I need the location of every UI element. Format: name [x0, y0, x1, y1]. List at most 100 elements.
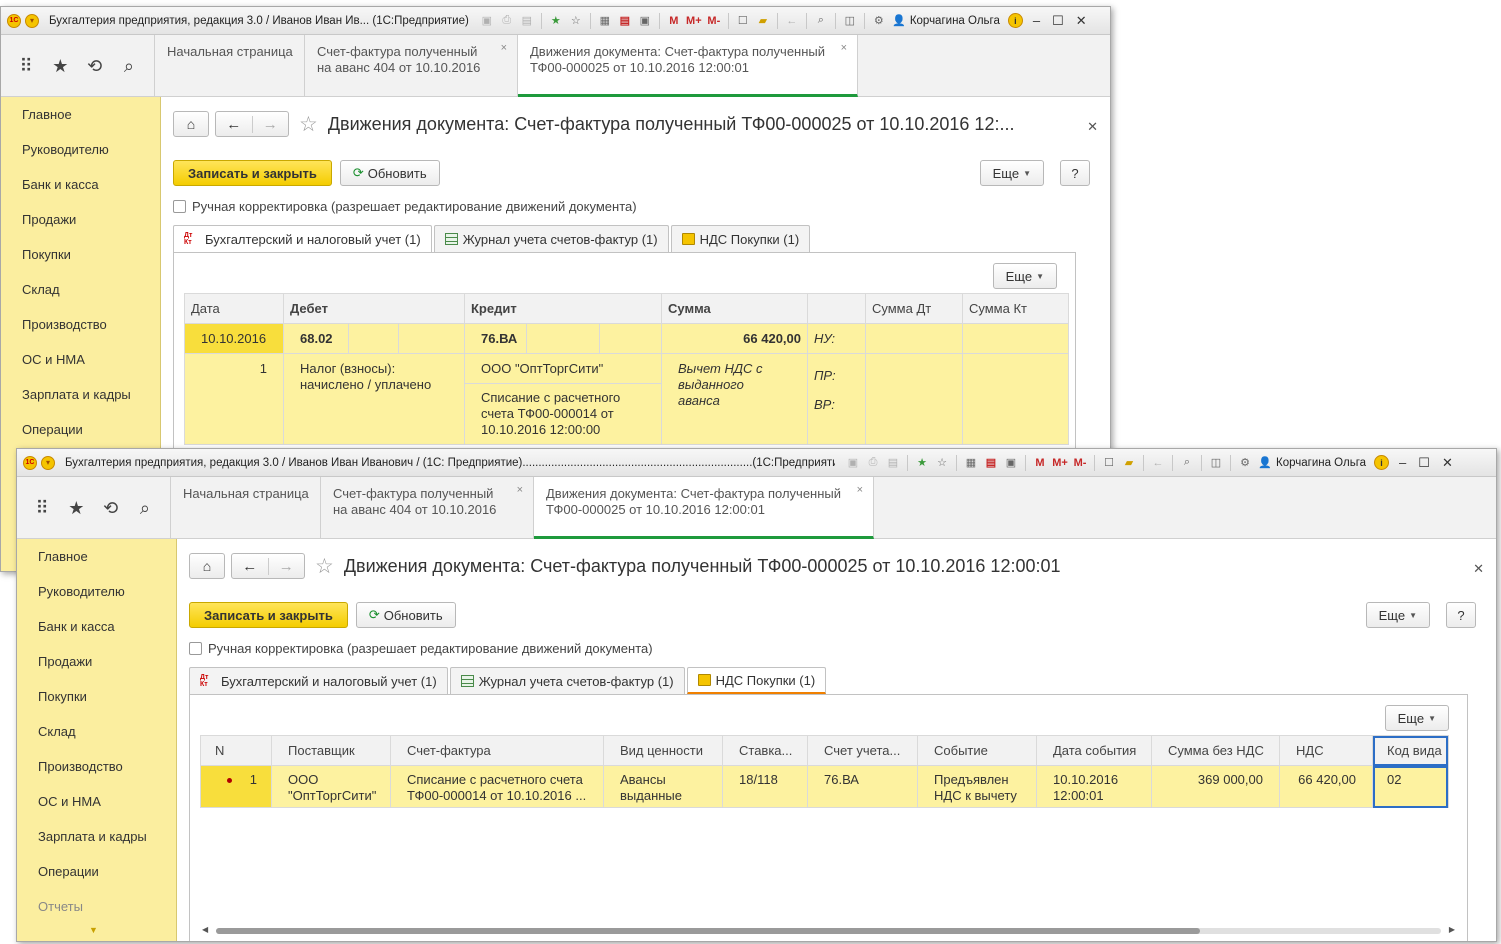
nav-arrows[interactable]: ← → [231, 553, 305, 579]
app-logo-icon[interactable]: 1С [7, 13, 21, 28]
print-icon[interactable]: ⎙ [865, 455, 881, 471]
col-sum-dt[interactable]: Сумма Дт [865, 293, 963, 324]
scroll-right-icon[interactable]: ▶ [1449, 925, 1455, 934]
sidebar-item-sales[interactable]: Продажи [1, 202, 160, 237]
tab-home[interactable]: Начальная страница [171, 477, 321, 539]
memory-minus-icon[interactable]: M- [706, 13, 722, 29]
help-button[interactable]: ? [1060, 160, 1090, 186]
home-button[interactable]: ⌂ [173, 111, 209, 137]
scroll-down-icon[interactable]: ▼ [89, 925, 98, 935]
close-form-icon[interactable]: ✕ [1087, 119, 1098, 135]
home-button[interactable]: ⌂ [189, 553, 225, 579]
info-icon[interactable]: i [1374, 455, 1390, 470]
sidebar-item-operations[interactable]: Операции [17, 854, 176, 889]
favorites-icon[interactable]: ★ [548, 13, 564, 29]
table-row[interactable]: 1 Налог (взносы): начислено / уплачено О… [184, 353, 1069, 445]
favorites-list-icon[interactable]: ☆ [934, 455, 950, 471]
calendar-icon[interactable]: ▤ [983, 455, 999, 471]
col-vat[interactable]: НДС [1279, 735, 1373, 766]
tools-icon[interactable]: ⚙ [871, 13, 887, 29]
manual-edit-checkbox[interactable] [173, 200, 186, 213]
preview-icon[interactable]: ▤ [885, 455, 901, 471]
col-date[interactable]: Дата [184, 293, 284, 324]
info-icon[interactable]: i [1007, 13, 1023, 28]
col-sum-kt[interactable]: Сумма Кт [962, 293, 1069, 324]
refresh-button[interactable]: ⟳ Обновить [339, 160, 440, 186]
close-tab-icon[interactable]: × [501, 40, 507, 56]
main-menu-icon[interactable]: ▾ [41, 455, 55, 470]
col-value-type[interactable]: Вид ценности [603, 735, 723, 766]
scroll-left-icon[interactable]: ◀ [202, 925, 208, 934]
refresh-button[interactable]: ⟳ Обновить [355, 602, 456, 628]
panels-icon[interactable]: ◫ [1208, 455, 1224, 471]
apps-grid-icon[interactable]: ⠿ [14, 56, 38, 77]
sidebar-item-reports[interactable]: Отчеты [17, 889, 176, 924]
clipboard-icon[interactable]: ▣ [1003, 455, 1019, 471]
sidebar-item-assets[interactable]: ОС и НМА [17, 784, 176, 819]
close-form-icon[interactable]: ✕ [1473, 561, 1484, 577]
col-event[interactable]: Событие [917, 735, 1037, 766]
panels-icon[interactable]: ◫ [842, 13, 858, 29]
col-code[interactable]: Код вида [1372, 735, 1449, 766]
search-icon[interactable]: ⌕ [1179, 455, 1195, 471]
sidebar-item-production[interactable]: Производство [17, 749, 176, 784]
sidebar-item-purchases[interactable]: Покупки [1, 237, 160, 272]
horizontal-scrollbar[interactable]: ◀ ▶ [202, 925, 1455, 935]
favorites-icon[interactable]: ★ [914, 455, 930, 471]
back-icon[interactable]: ← [1150, 455, 1166, 471]
sidebar-item-operations[interactable]: Операции [1, 412, 160, 447]
forward-arrow-icon[interactable]: → [251, 115, 289, 133]
close-window-icon[interactable]: ✕ [1076, 13, 1087, 29]
new-window-icon[interactable]: ☐ [735, 13, 751, 29]
memory-m-icon[interactable]: M [666, 13, 682, 29]
minimize-icon[interactable]: – [1033, 13, 1040, 28]
search-icon[interactable]: ⌕ [133, 498, 157, 519]
close-tab-icon[interactable]: × [517, 482, 523, 498]
sidebar-item-manager[interactable]: Руководителю [1, 132, 160, 167]
help-button[interactable]: ? [1446, 602, 1476, 628]
tab-vat-purchases[interactable]: НДС Покупки (1) [670, 225, 811, 252]
preview-icon[interactable]: ▤ [519, 13, 535, 29]
tab-movements[interactable]: Движения документа: Счет-фактура получен… [534, 477, 874, 539]
more-button[interactable]: Еще ▼ [979, 160, 1044, 186]
tab-invoice[interactable]: Счет-фактура полученный на аванс 404 от … [321, 477, 534, 539]
cell-code[interactable]: 02 [1372, 765, 1449, 808]
calculator-icon[interactable]: ▦ [597, 13, 613, 29]
history-icon[interactable]: ⟲ [99, 498, 123, 519]
favorites-star-icon[interactable]: ★ [64, 498, 88, 519]
more-button[interactable]: Еще ▼ [1365, 602, 1430, 628]
favorite-star-icon[interactable]: ☆ [299, 112, 318, 137]
calculator-icon[interactable]: ▦ [963, 455, 979, 471]
sidebar-item-manager[interactable]: Руководителю [17, 574, 176, 609]
tab-invoice[interactable]: Счет-фактура полученный на аванс 404 от … [305, 35, 518, 97]
tools-icon[interactable]: ⚙ [1237, 455, 1253, 471]
close-window-icon[interactable]: ✕ [1442, 455, 1453, 471]
tab-accounting[interactable]: Дт Кт Бухгалтерский и налоговый учет (1) [173, 225, 432, 252]
clipboard-icon[interactable]: ▣ [637, 13, 653, 29]
app-logo-icon[interactable]: 1С [23, 455, 37, 470]
col-sum-no-vat[interactable]: Сумма без НДС [1151, 735, 1280, 766]
memory-plus-icon[interactable]: M+ [686, 13, 702, 29]
sidebar-item-warehouse[interactable]: Склад [1, 272, 160, 307]
panel-more-button[interactable]: Еще ▼ [1384, 705, 1449, 731]
memory-m-icon[interactable]: M [1032, 455, 1048, 471]
table-row[interactable]: 10.10.2016 68.02 76.ВА 66 420,00 НУ: [184, 323, 1069, 354]
close-tab-icon[interactable]: × [841, 40, 847, 56]
sidebar-item-payroll[interactable]: Зарплата и кадры [17, 819, 176, 854]
favorites-list-icon[interactable]: ☆ [568, 13, 584, 29]
save-close-button[interactable]: Записать и закрыть [189, 602, 348, 628]
back-icon[interactable]: ← [784, 13, 800, 29]
favorite-star-icon[interactable]: ☆ [315, 554, 334, 579]
memory-plus-icon[interactable]: M+ [1052, 455, 1068, 471]
tab-invoice-journal[interactable]: Журнал учета счетов-фактур (1) [449, 667, 685, 694]
maximize-icon[interactable]: ☐ [1052, 13, 1064, 29]
col-event-date[interactable]: Дата события [1036, 735, 1152, 766]
col-supplier[interactable]: Поставщик [271, 735, 391, 766]
col-invoice[interactable]: Счет-фактура [390, 735, 604, 766]
calendar-icon[interactable]: ▤ [617, 13, 633, 29]
sidebar-item-warehouse[interactable]: Склад [17, 714, 176, 749]
save-close-button[interactable]: Записать и закрыть [173, 160, 332, 186]
tab-home[interactable]: Начальная страница [155, 35, 305, 97]
col-credit[interactable]: Кредит [464, 293, 662, 324]
save-icon[interactable]: ▣ [845, 455, 861, 471]
